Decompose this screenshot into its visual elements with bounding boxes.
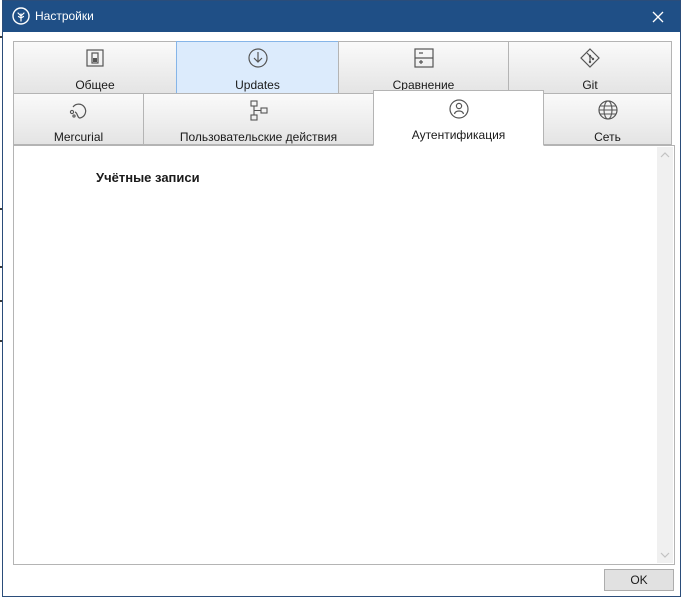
tab-general[interactable]: Общее <box>13 41 177 94</box>
tab-label: Аутентификация <box>411 128 506 142</box>
tab-label: Updates <box>235 78 280 92</box>
app-logo-icon <box>12 7 30 25</box>
tab-label: Mercurial <box>53 130 104 144</box>
download-circle-icon <box>247 48 268 68</box>
tab-network[interactable]: Сеть <box>543 93 672 145</box>
git-icon <box>580 48 600 68</box>
settings-dialog: Настройки Общее Updates Сравнение Git Me… <box>2 0 681 597</box>
tab-label: Пользовательские действия <box>179 130 338 144</box>
tab-authentication[interactable]: Аутентификация <box>373 90 544 146</box>
tab-compare[interactable]: Сравнение <box>338 41 509 94</box>
settings-content-panel: Учётные записи <box>13 145 675 565</box>
tab-git[interactable]: Git <box>508 41 672 94</box>
close-icon <box>652 11 664 22</box>
mercurial-icon <box>69 103 86 119</box>
window-title: Настройки <box>35 9 94 23</box>
tab-updates[interactable]: Updates <box>176 41 339 94</box>
user-circle-icon <box>448 99 469 119</box>
title-bar[interactable]: Настройки <box>3 1 680 32</box>
tab-custom-actions[interactable]: Пользовательские действия <box>143 93 374 145</box>
tab-mercurial[interactable]: Mercurial <box>13 93 144 145</box>
tab-label: Сеть <box>594 130 621 144</box>
vertical-scrollbar[interactable] <box>657 147 673 563</box>
compare-icon <box>413 48 434 68</box>
flowchart-icon <box>249 100 268 121</box>
toggle-icon <box>86 49 104 67</box>
ok-button[interactable]: OK <box>604 569 674 591</box>
globe-icon <box>597 100 618 120</box>
scroll-up-icon[interactable] <box>657 147 673 163</box>
close-button[interactable] <box>636 1 680 32</box>
scroll-down-icon[interactable] <box>657 547 673 563</box>
tab-label: Общее <box>75 78 115 92</box>
section-heading: Учётные записи <box>96 170 200 185</box>
